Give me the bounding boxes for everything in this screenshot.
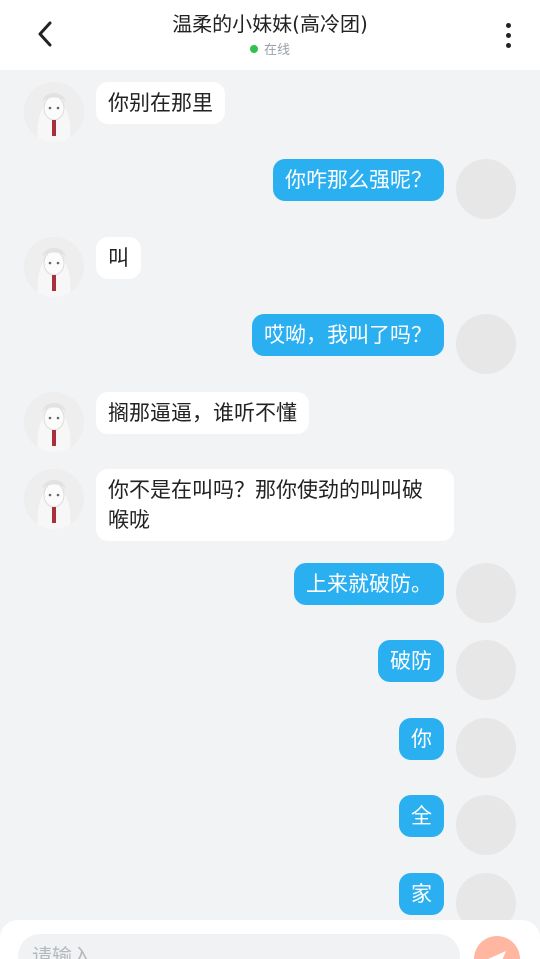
my-avatar[interactable] [456,795,516,855]
online-status: 在线 [0,39,540,58]
sent-message-bubble[interactable]: 破防 [378,640,444,682]
sent-message-bubble[interactable]: 上来就破防。 [294,563,444,605]
anime-girl-avatar-icon [24,469,84,529]
contact-avatar[interactable] [24,392,84,452]
anime-girl-avatar-icon [24,237,84,297]
my-avatar[interactable] [456,640,516,700]
anime-girl-avatar-icon [24,392,84,452]
message-list[interactable]: 你别在那里 你咋那么强呢？ 叫 哎呦，我叫了吗？ 搁那逼逼，谁听不懂 你不是在叫… [0,70,540,959]
contact-avatar[interactable] [24,82,84,142]
chat-title: 温柔的小妹妹(高冷团) [172,12,368,36]
sent-message-bubble[interactable]: 家 [399,873,444,915]
my-avatar[interactable] [456,159,516,219]
status-text: 在线 [263,43,290,58]
my-avatar[interactable] [456,314,516,374]
sent-message-bubble[interactable]: 全 [399,795,444,837]
contact-avatar[interactable] [24,237,84,297]
online-dot-icon [249,44,258,53]
received-message-bubble[interactable]: 搁那逼逼，谁听不懂 [96,392,309,434]
more-options-button[interactable] [496,18,520,52]
anime-girl-avatar-icon [24,82,84,142]
my-avatar[interactable] [456,563,516,623]
received-message-bubble[interactable]: 你不是在叫吗？那你使劲的叫叫破喉咙 [96,469,454,541]
message-input[interactable] [18,934,460,959]
input-bar [0,920,540,959]
sent-message-bubble[interactable]: 你咋那么强呢？ [273,159,444,201]
chat-header: 温柔的小妹妹(高冷团) 在线 [0,0,540,70]
send-button[interactable] [474,936,520,959]
sent-message-bubble[interactable]: 你 [399,718,444,760]
sent-message-bubble[interactable]: 哎呦，我叫了吗？ [252,314,444,356]
more-vertical-icon [505,22,511,28]
send-icon [488,951,506,959]
received-message-bubble[interactable]: 你别在那里 [96,82,225,124]
contact-avatar[interactable] [24,469,84,529]
my-avatar[interactable] [456,718,516,778]
received-message-bubble[interactable]: 叫 [96,237,141,279]
